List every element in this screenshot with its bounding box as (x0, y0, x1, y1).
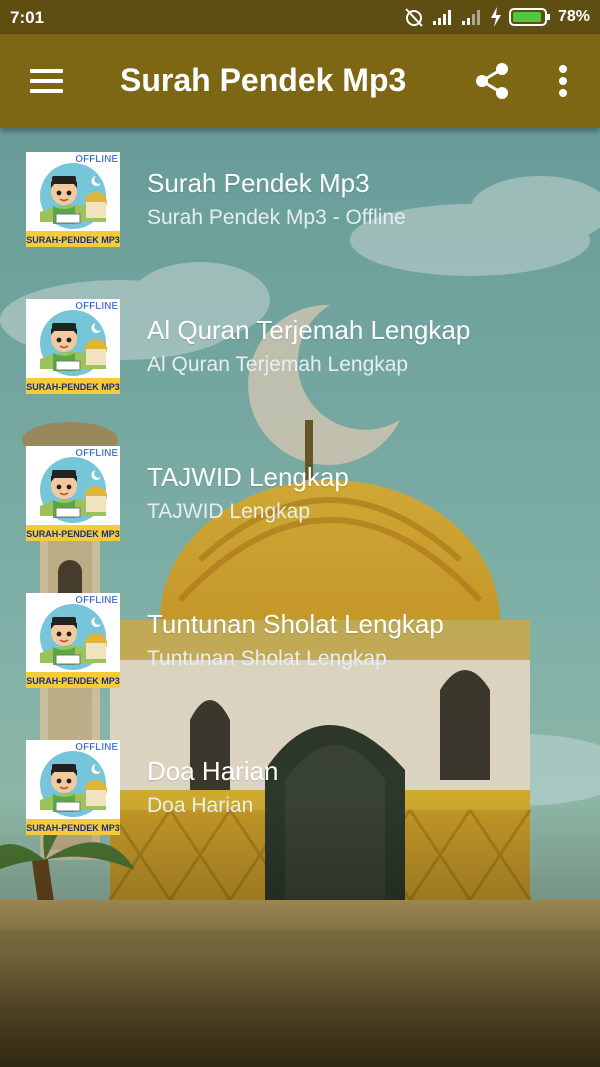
list-item-5[interactable]: OFFLINE SURAH-PENDEK MP3 Doa Harian Doa … (0, 736, 600, 883)
app-icon: OFFLINE SURAH-PENDEK MP3 (26, 593, 120, 688)
status-time: 7:01 (10, 8, 45, 27)
list-item-4[interactable]: OFFLINE SURAH-PENDEK MP3 Tuntunan Sholat… (0, 589, 600, 736)
item-subtitle: Tuntunan Sholat Lengkap (147, 647, 387, 670)
item-title: Tuntunan Sholat Lengkap (147, 609, 444, 639)
thumbnail-badge-text: OFFLINE (75, 154, 118, 165)
thumbnail-badge-text: OFFLINE (75, 301, 118, 312)
list-item-2[interactable]: OFFLINE SURAH-PENDEK MP3 Al Quran Terjem… (0, 295, 600, 442)
status-icons: 78% (403, 6, 590, 28)
list-item-1[interactable]: OFFLINE SURAH-PENDEK MP3 Surah Pendek Mp… (0, 148, 600, 295)
more-vert-icon (559, 65, 567, 97)
thumbnail-badge-text: OFFLINE (75, 595, 118, 606)
more-options-button[interactable] (548, 60, 578, 102)
list-item-3[interactable]: OFFLINE SURAH-PENDEK MP3 TAJWID Lengkap … (0, 442, 600, 589)
app-thumbnail: OFFLINE SURAH-PENDEK MP3 (26, 593, 120, 688)
app-list: OFFLINE SURAH-PENDEK MP3 Surah Pendek Mp… (0, 148, 600, 883)
app-thumbnail: OFFLINE SURAH-PENDEK MP3 (26, 446, 120, 541)
app-icon: OFFLINE SURAH-PENDEK MP3 (26, 446, 120, 541)
item-title: Doa Harian (147, 756, 279, 786)
menu-button[interactable] (20, 60, 72, 102)
alarm-off-icon (405, 8, 423, 27)
app-icon: OFFLINE SURAH-PENDEK MP3 (26, 152, 120, 247)
item-subtitle: Surah Pendek Mp3 - Offline (147, 206, 406, 229)
item-title: Surah Pendek Mp3 (147, 168, 370, 198)
thumbnail-badge-text: OFFLINE (75, 742, 118, 753)
signal-icon (432, 10, 451, 25)
item-title: TAJWID Lengkap (147, 462, 349, 492)
thumbnail-caption-text: SURAH-PENDEK MP3 (26, 235, 120, 245)
app-bar: Surah Pendek Mp3 (0, 34, 600, 128)
app-thumbnail: OFFLINE SURAH-PENDEK MP3 (26, 299, 120, 394)
charging-icon (490, 7, 501, 27)
thumbnail-caption-text: SURAH-PENDEK MP3 (26, 529, 120, 539)
app-title: Surah Pendek Mp3 (120, 62, 407, 98)
status-bar: 7:01 78% (0, 0, 600, 34)
signal-icon (461, 10, 480, 25)
thumbnail-caption-text: SURAH-PENDEK MP3 (26, 676, 120, 686)
battery-percent: 78% (557, 8, 590, 25)
battery-icon (508, 8, 550, 26)
app-thumbnail: OFFLINE SURAH-PENDEK MP3 (26, 740, 120, 835)
item-subtitle: Al Quran Terjemah Lengkap (147, 353, 409, 376)
share-button[interactable] (472, 60, 514, 102)
item-subtitle: TAJWID Lengkap (147, 500, 311, 523)
item-title: Al Quran Terjemah Lengkap (147, 315, 471, 345)
app-thumbnail: OFFLINE SURAH-PENDEK MP3 (26, 152, 120, 247)
app-icon: OFFLINE SURAH-PENDEK MP3 (26, 740, 120, 835)
thumbnail-badge-text: OFFLINE (75, 448, 118, 459)
thumbnail-caption-text: SURAH-PENDEK MP3 (26, 823, 120, 833)
menu-icon (30, 69, 63, 73)
item-subtitle: Doa Harian (147, 794, 254, 817)
app-icon: OFFLINE SURAH-PENDEK MP3 (26, 299, 120, 394)
share-icon (476, 63, 508, 99)
thumbnail-caption-text: SURAH-PENDEK MP3 (26, 382, 120, 392)
